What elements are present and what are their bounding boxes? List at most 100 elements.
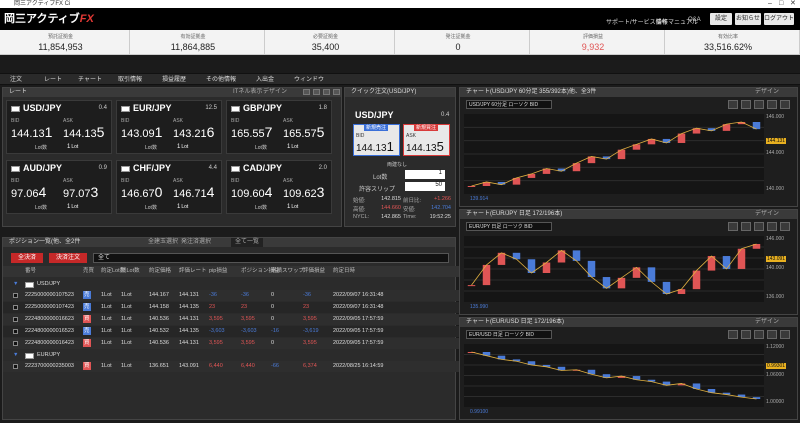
search-icon[interactable] <box>728 330 738 339</box>
panel-display-option[interactable]: ITネル表示 <box>233 88 262 97</box>
ask-price[interactable]: 143.216 <box>173 124 214 140</box>
notice-button[interactable]: お知らせ <box>735 13 761 25</box>
chart-canvas[interactable] <box>464 236 764 302</box>
chevron-down-icon[interactable]: ▼ <box>13 350 18 361</box>
bid-price[interactable]: 109.604 <box>231 184 272 200</box>
expand-icon[interactable] <box>780 330 790 339</box>
row-checkbox[interactable] <box>13 341 18 346</box>
search-icon[interactable] <box>728 100 738 109</box>
settle-mode[interactable]: 両建なし <box>387 161 407 168</box>
column-header[interactable]: pip損益 <box>209 266 227 277</box>
qa-link[interactable]: Q&A <box>688 17 701 23</box>
slip-input[interactable]: 50 <box>405 182 445 191</box>
filter-list[interactable]: 全て一覧 <box>231 238 264 247</box>
column-header[interactable]: 番号 <box>25 266 36 277</box>
column-header[interactable]: 売買 <box>83 266 94 277</box>
sell-button[interactable]: 新規売注 BID 144.131 <box>353 124 400 156</box>
zoom-out-icon[interactable] <box>754 100 764 109</box>
chart-pair-select[interactable]: EUR/USD 日足 ローソク BID <box>466 330 552 339</box>
bid-price[interactable]: 165.557 <box>231 124 272 140</box>
row-checkbox[interactable] <box>13 305 18 310</box>
rate-card[interactable]: USD/JPY 0.4 BID ASK 144.131 144.135 Lot数 1Lot <box>6 100 112 154</box>
pencil-icon[interactable] <box>767 330 777 339</box>
column-header[interactable]: 約定日時 <box>333 266 355 277</box>
logout-button[interactable]: ログアウト <box>764 13 794 25</box>
lot-input[interactable]: 1Lot <box>287 144 298 150</box>
table-row[interactable]: 2225000000107523 売 1Lot 1Lot 144.167 144.131 -… <box>3 290 459 301</box>
chart-canvas[interactable] <box>464 344 764 407</box>
position-filter-select[interactable]: 全て <box>93 253 449 263</box>
chart-canvas[interactable] <box>464 114 764 194</box>
settle-all-button[interactable]: 全決済 <box>11 253 43 263</box>
rate-design-link[interactable]: デザイン <box>263 88 287 97</box>
expand-icon[interactable] <box>780 222 790 231</box>
rate-card[interactable]: AUD/JPY 0.9 BID ASK 97.064 97.073 Lot数 1Lot <box>6 160 112 214</box>
chart-design-link[interactable]: デザイン <box>755 318 779 327</box>
ask-price[interactable]: 144.135 <box>63 124 104 140</box>
position-group-row[interactable]: ▼ USD/JPY <box>3 279 459 290</box>
pencil-icon[interactable] <box>767 222 777 231</box>
zoom-out-icon[interactable] <box>754 330 764 339</box>
expand-icon[interactable] <box>780 100 790 109</box>
rate-card[interactable]: CHF/JPY 4.4 BID ASK 146.670 146.714 Lot数 1Lot <box>116 160 222 214</box>
chart-design-link[interactable]: デザイン <box>755 88 779 97</box>
buy-button[interactable]: 新規買注 ASK 144.135 <box>403 124 450 156</box>
chart-design-link[interactable]: デザイン <box>755 210 779 219</box>
ask-price[interactable]: 97.073 <box>63 184 98 200</box>
menu-item[interactable]: ウィンドウ <box>294 74 324 86</box>
gear-icon[interactable] <box>303 89 310 95</box>
zoom-out-icon[interactable] <box>754 222 764 231</box>
lot-input[interactable]: 1Lot <box>67 204 78 210</box>
zoom-in-icon[interactable] <box>741 222 751 231</box>
position-group-row[interactable]: ▼ EUR/JPY <box>3 350 459 361</box>
minimize-icon[interactable] <box>313 89 320 95</box>
settle-order-button[interactable]: 決済注文 <box>49 253 87 263</box>
lot-input[interactable]: 1Lot <box>177 204 188 210</box>
row-checkbox[interactable] <box>13 329 18 334</box>
menu-item[interactable]: 注文 <box>10 74 22 86</box>
table-row[interactable]: 2223700000235003 買 1Lot 1Lot 136.651 143.091 6… <box>3 361 459 372</box>
bid-price[interactable]: 144.131 <box>11 124 52 140</box>
menu-item[interactable]: 取引情報 <box>118 74 142 86</box>
maximize-icon[interactable]: □ <box>779 0 783 8</box>
bid-price[interactable]: 97.064 <box>11 184 46 200</box>
close-icon[interactable] <box>333 89 340 95</box>
column-header[interactable]: 累積スワップ <box>271 266 304 277</box>
lot-input[interactable]: 1Lot <box>177 144 188 150</box>
settings-button[interactable]: 設定 <box>710 13 732 25</box>
table-row[interactable]: 2224800000016423 買 1Lot 1Lot 140.536 144.131 3… <box>3 338 459 349</box>
chart-pair-select[interactable]: EUR/JPY 日足 ローソク BID <box>466 222 552 231</box>
row-checkbox[interactable] <box>13 364 18 369</box>
search-icon[interactable] <box>728 222 738 231</box>
minimize-icon[interactable]: – <box>768 0 772 8</box>
zoom-in-icon[interactable] <box>741 330 751 339</box>
filter-all-positions[interactable]: 全建玉選択 <box>148 238 178 247</box>
ask-price[interactable]: 146.714 <box>173 184 214 200</box>
column-header[interactable]: 評価レート <box>179 266 207 277</box>
table-row[interactable]: 2224800000016523 売 1Lot 1Lot 140.532 144.135 -… <box>3 326 459 337</box>
quick-lot-input[interactable]: 1 <box>405 170 445 179</box>
chevron-down-icon[interactable]: ▼ <box>13 279 18 290</box>
menu-item[interactable]: その他情報 <box>206 74 236 86</box>
lot-input[interactable]: 1Lot <box>287 204 298 210</box>
table-row[interactable]: 2225000000107423 売 1Lot 1Lot 144.158 144.135 2… <box>3 302 459 313</box>
rate-card[interactable]: EUR/JPY 12.5 BID ASK 143.091 143.216 Lot数 1Lot <box>116 100 222 154</box>
filter-ordered[interactable]: 発注済選択 <box>181 238 211 247</box>
rate-card[interactable]: CAD/JPY 2.0 BID ASK 109.604 109.623 Lot数 1Lot <box>226 160 332 214</box>
maximize-icon[interactable] <box>323 89 330 95</box>
chart-pair-select[interactable]: USD/JPY 60分足 ローソク BID <box>466 100 552 109</box>
close-icon[interactable]: ✕ <box>790 0 796 8</box>
rate-card[interactable]: GBP/JPY 1.8 BID ASK 165.557 165.575 Lot数 1Lot <box>226 100 332 154</box>
menu-item[interactable]: チャート <box>78 74 102 86</box>
table-row[interactable]: 2224800000016623 買 1Lot 1Lot 140.536 144.131 3… <box>3 314 459 325</box>
column-header[interactable]: 残Lot数 <box>121 266 140 277</box>
ask-price[interactable]: 109.623 <box>283 184 324 200</box>
row-checkbox[interactable] <box>13 293 18 298</box>
lot-input[interactable]: 1Lot <box>67 144 78 150</box>
column-header[interactable]: 約定価格 <box>149 266 171 277</box>
bid-price[interactable]: 143.091 <box>121 124 162 140</box>
menu-item[interactable]: 損益履歴 <box>162 74 186 86</box>
menu-item[interactable]: レート <box>44 74 62 86</box>
ask-price[interactable]: 165.575 <box>283 124 324 140</box>
column-header[interactable]: 評価損益 <box>303 266 325 277</box>
